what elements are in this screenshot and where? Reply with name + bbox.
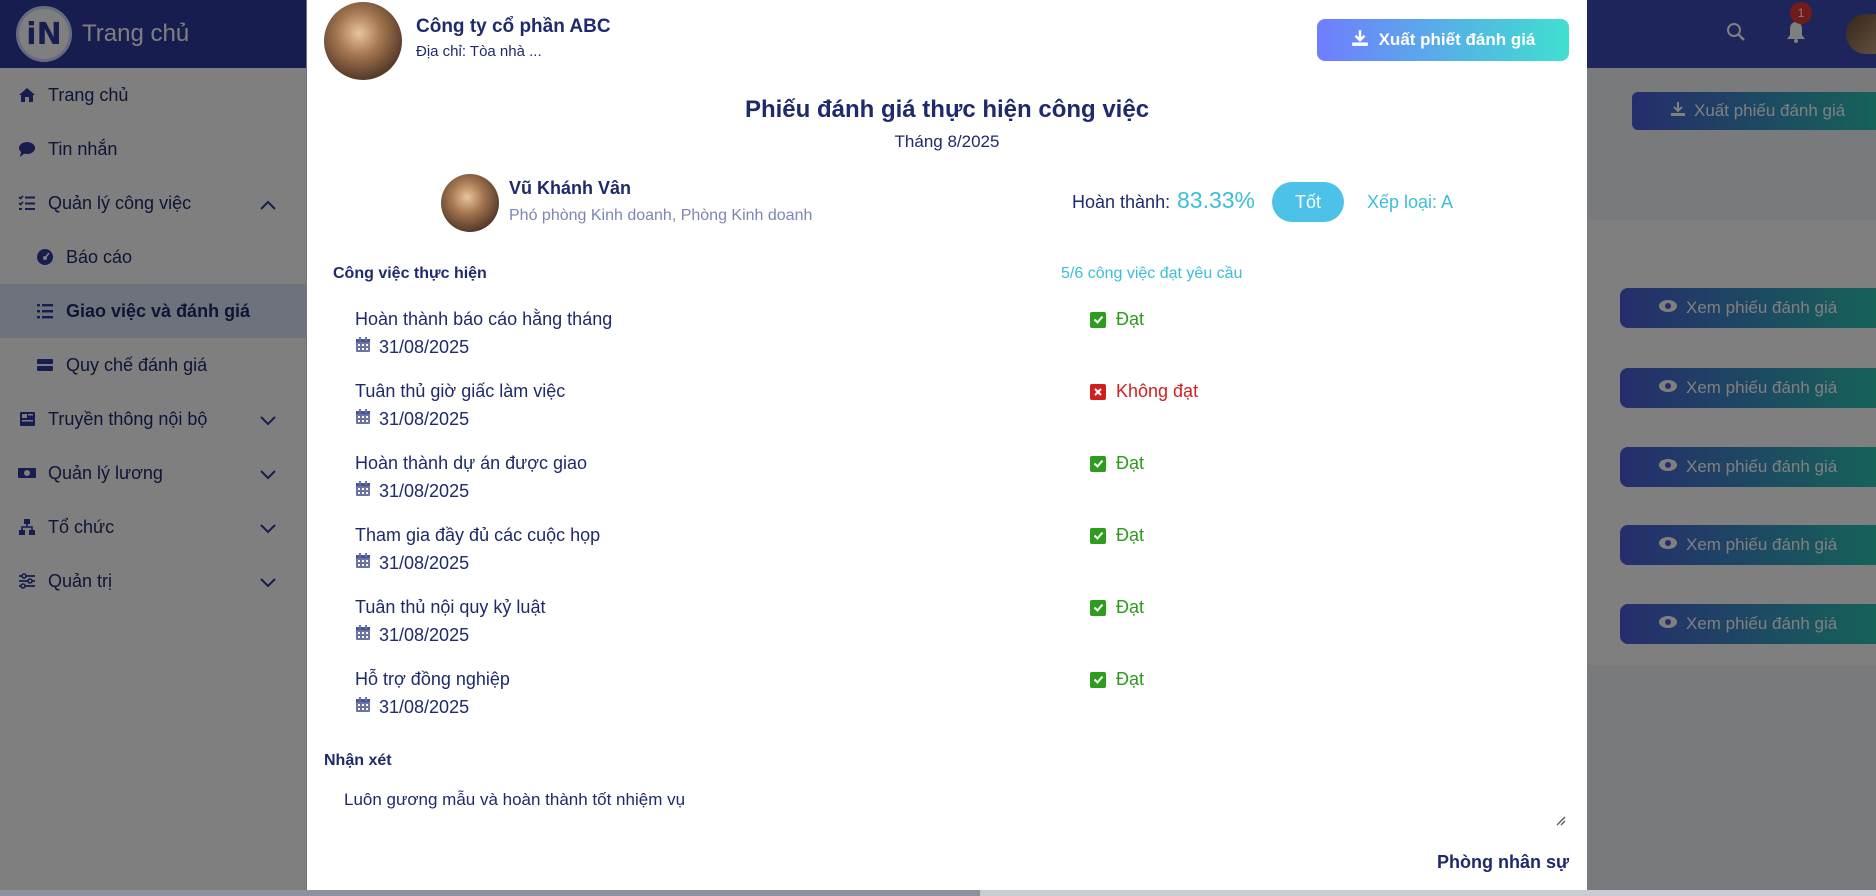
horizontal-scrollbar[interactable] [0,890,1876,896]
task-status-text: Đạt [1116,669,1145,689]
task-status-text: Không đạt [1116,381,1199,401]
calendar-icon [355,696,371,718]
tasks-summary: 5/6 công việc đạt yêu cầu [1061,265,1243,282]
employee-role: Phó phòng Kinh doanh, Phòng Kinh doanh [509,207,813,224]
calendar-icon [355,408,371,430]
calendar-icon [355,480,371,502]
task-date-text: 31/08/2025 [379,480,470,501]
form-title: Phiếu đánh giá thực hiện công việc [744,96,1150,123]
task-row: Tham gia đầy đủ các cuộc họp 31/08/2025 Đạ… [355,525,1555,585]
task-date-text: 31/08/2025 [379,624,470,645]
task-date: 31/08/2025 [355,552,469,574]
company-address: Địa chỉ: Tòa nhà ... [416,43,542,60]
resize-handle-icon[interactable] [1554,813,1566,831]
task-date: 31/08/2025 [355,696,469,718]
task-name: Tuân thủ giờ giấc làm việc [355,381,566,401]
check-icon [1090,311,1106,328]
task-date-text: 31/08/2025 [379,408,470,429]
calendar-icon [355,552,371,574]
task-row: Hoàn thành báo cáo hằng tháng 31/08/2025 Đ… [355,309,1555,369]
task-status: Đạt [1090,453,1144,474]
task-status: Đạt [1090,597,1144,618]
completion-label: Hoàn thành: [1072,192,1171,212]
task-date: 31/08/2025 [355,336,469,358]
task-date: 31/08/2025 [355,624,469,646]
comment-label: Nhận xét [324,752,392,769]
task-status-text: Đạt [1116,525,1145,545]
x-icon [1090,383,1106,400]
grade-label: Xếp loại: A [1367,192,1454,212]
rating-badge: Tốt [1272,182,1344,222]
evaluation-modal: Công ty cổ phần ABC Địa chỉ: Tòa nhà ...… [307,0,1587,890]
task-date: 31/08/2025 [355,408,469,430]
task-row: Hoàn thành dự án được giao 31/08/2025 Đạt [355,453,1555,513]
task-name: Hoàn thành dự án được giao [355,453,588,473]
task-name: Hoàn thành báo cáo hằng tháng [355,309,613,329]
download-icon [1351,29,1369,52]
export-evaluation-label: Xuất phiết đánh giá [1378,30,1536,49]
scrollbar-thumb[interactable] [0,890,980,896]
company-name: Công ty cổ phần ABC [416,16,611,37]
form-month: Tháng 8/2025 [894,132,1000,151]
department-signature: Phòng nhân sự [1436,852,1569,872]
task-status-text: Đạt [1116,453,1145,473]
calendar-icon [355,624,371,646]
task-name: Hỗ trợ đồng nghiệp [355,669,510,689]
task-row: Tuân thủ giờ giấc làm việc 31/08/2025 Khôn… [355,381,1555,441]
task-name: Tham gia đầy đủ các cuộc họp [355,525,601,545]
task-date: 31/08/2025 [355,480,469,502]
task-row: Tuân thủ nội quy kỷ luật 31/08/2025 Đạt [355,597,1555,657]
employee-avatar [441,174,499,232]
check-icon [1090,455,1106,472]
export-evaluation-button[interactable]: Xuất phiết đánh giá [1317,19,1569,61]
calendar-icon [355,336,371,358]
employee-name: Vũ Khánh Vân [509,178,632,198]
tasks-section-title: Công việc thực hiện [333,265,487,282]
task-status: Đạt [1090,669,1144,690]
completion-value: 83.33% [1177,187,1256,213]
task-date-text: 31/08/2025 [379,336,470,357]
task-status: Đạt [1090,525,1144,546]
task-status-text: Đạt [1116,597,1145,617]
task-status: Không đạt [1090,381,1198,402]
check-icon [1090,599,1106,616]
task-status-text: Đạt [1116,309,1145,329]
task-date-text: 31/08/2025 [379,696,470,717]
check-icon [1090,527,1106,544]
task-name: Tuân thủ nội quy kỷ luật [355,597,546,617]
task-status: Đạt [1090,309,1144,330]
comment-textarea[interactable] [324,778,1569,828]
check-icon [1090,671,1106,688]
task-date-text: 31/08/2025 [379,552,470,573]
company-logo [324,2,402,80]
task-row: Hỗ trợ đồng nghiệp 31/08/2025 Đạt [355,669,1555,729]
